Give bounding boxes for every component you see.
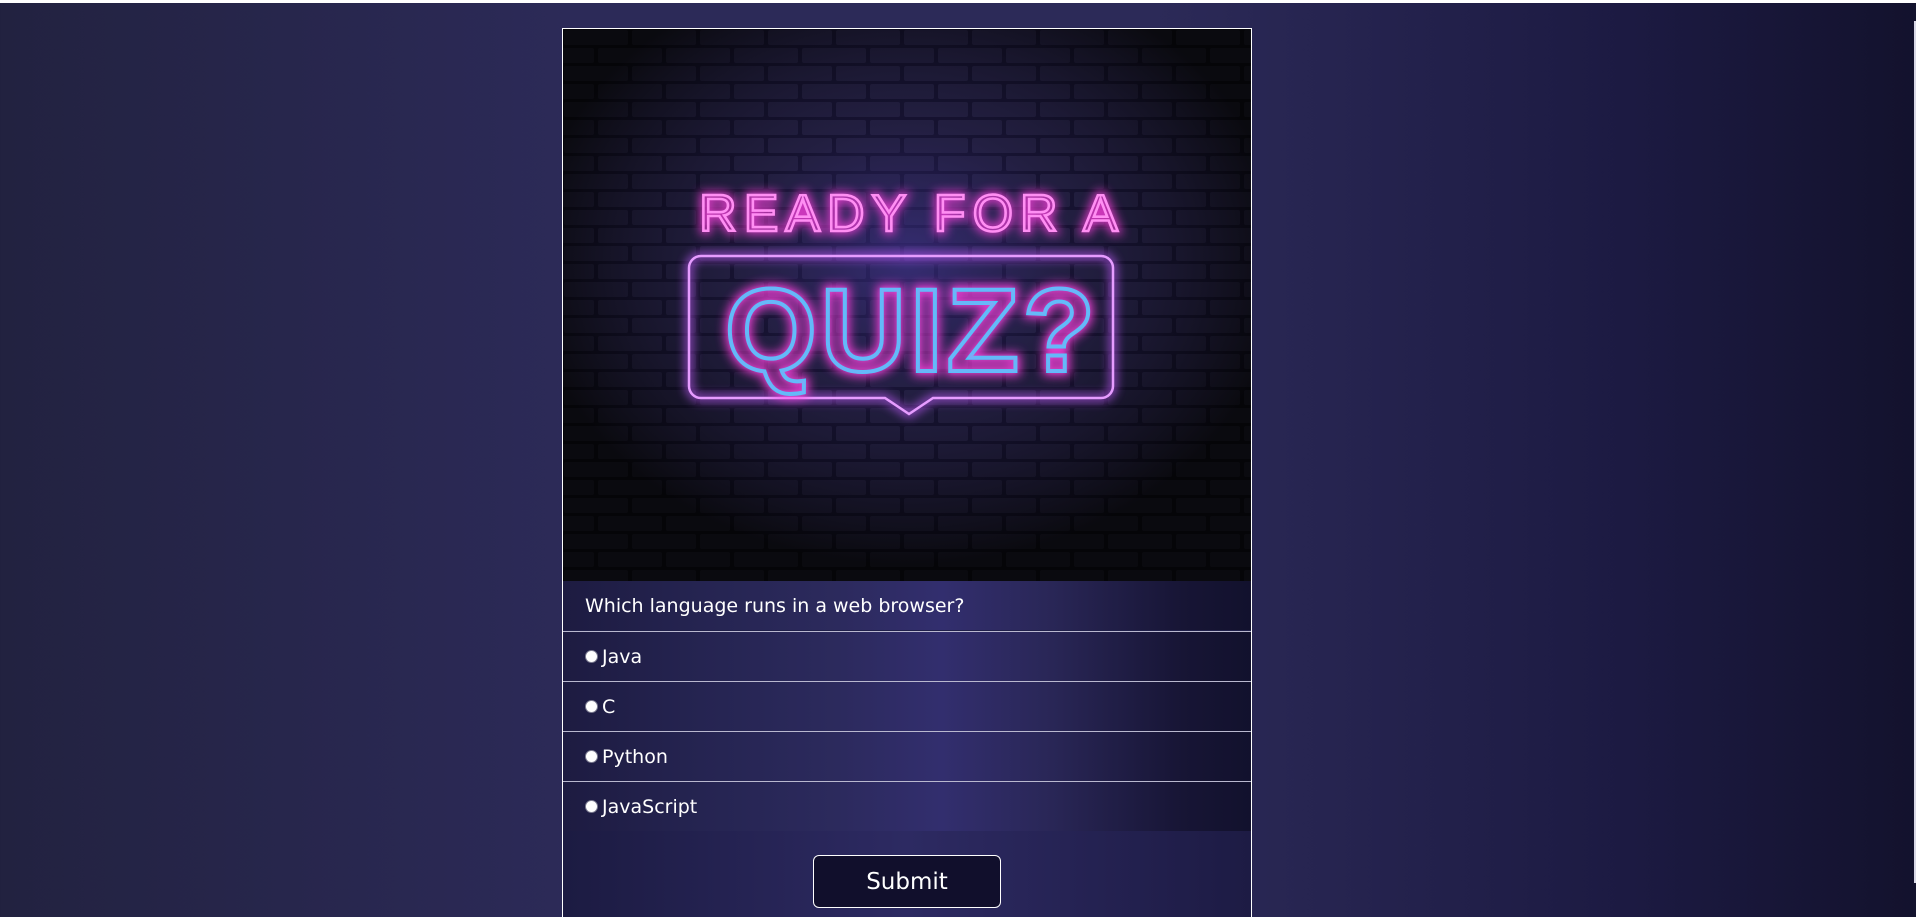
question-text: Which language runs in a web browser? [563,581,1251,631]
question-panel: Which language runs in a web browser? Ja… [563,581,1251,831]
option-java[interactable]: Java [563,631,1251,681]
radio-button[interactable] [585,750,598,763]
ready-for-a-text: READY FOR A [699,185,1125,243]
option-label: Python [602,745,668,768]
submit-label: Submit [866,868,948,895]
option-c[interactable]: C [563,681,1251,731]
quiz-title-inner: QUIZ? [725,265,1099,397]
quiz-hero-image: READY FOR A READY FOR A QUIZ? QUIZ? QUIZ… [563,29,1251,581]
radio-button[interactable] [585,650,598,663]
quiz-card: READY FOR A READY FOR A QUIZ? QUIZ? QUIZ… [562,28,1252,917]
radio-button[interactable] [585,700,598,713]
top-divider [0,0,1916,3]
option-python[interactable]: Python [563,731,1251,781]
neon-quiz-sign: READY FOR A READY FOR A QUIZ? QUIZ? QUIZ… [563,29,1251,581]
option-label: JavaScript [602,795,698,818]
question-label: Which language runs in a web browser? [585,594,965,617]
option-javascript[interactable]: JavaScript [563,781,1251,831]
submit-container: Submit [563,855,1251,908]
radio-button[interactable] [585,800,598,813]
option-label: Java [602,645,643,668]
option-label: C [602,695,616,718]
submit-button[interactable]: Submit [813,855,1001,908]
